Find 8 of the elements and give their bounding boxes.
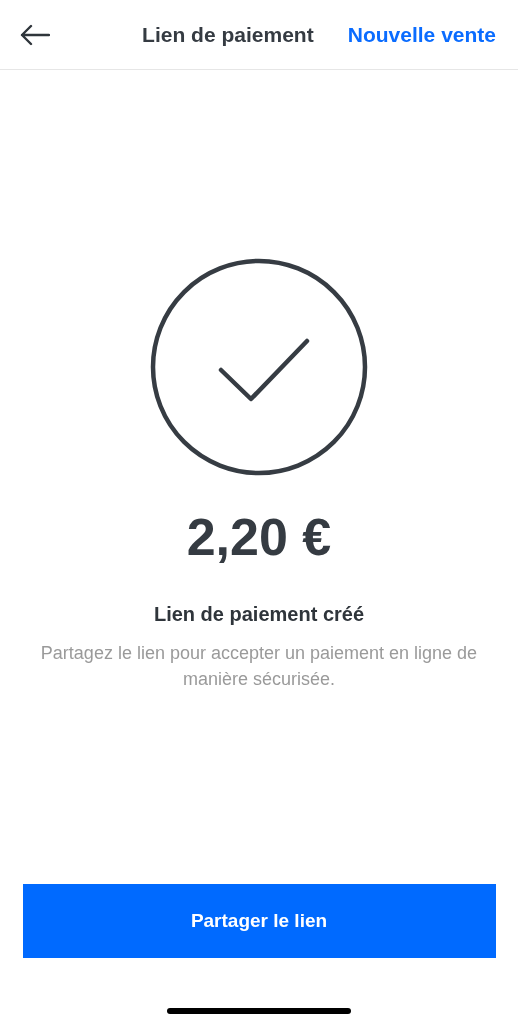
screen-title: Lien de paiement <box>142 22 314 47</box>
success-check-icon <box>149 257 369 477</box>
description: Partagez le lien pour accepter un paiement en ligne de manière sécurisée. <box>39 642 479 691</box>
new-sale-link[interactable]: Nouvelle vente <box>347 22 496 47</box>
share-link-button[interactable]: Partager le lien <box>22 884 496 958</box>
status-title: Lien de paiement créé <box>153 603 365 626</box>
back-icon[interactable] <box>20 23 50 46</box>
amount: 2,20 € <box>186 507 332 567</box>
